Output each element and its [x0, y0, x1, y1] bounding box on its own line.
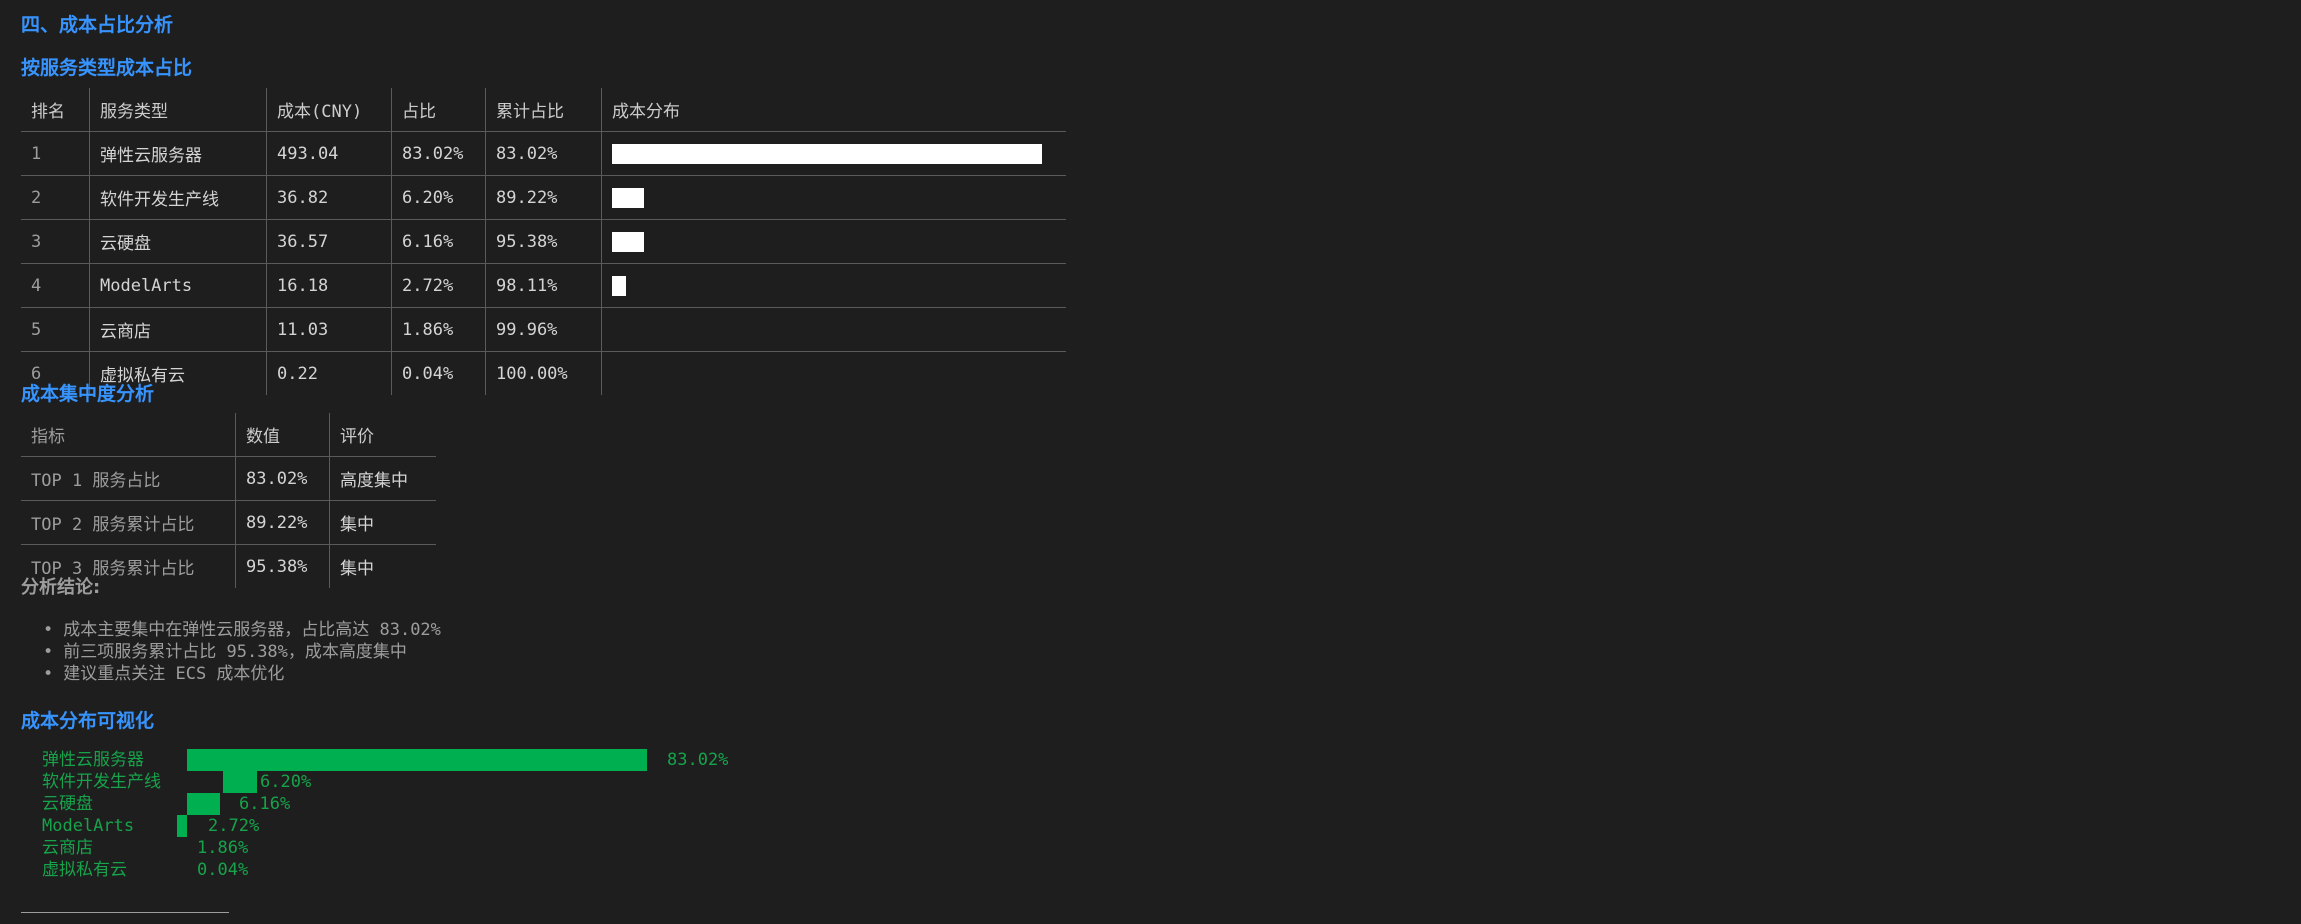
row-value: 95.38%: [235, 544, 330, 588]
table-row: 2 软件开发生产线 36.82 6.20% 89.22%: [21, 175, 1066, 220]
viz-label: 弹性云服务器: [42, 750, 144, 770]
row-cumulative: 89.22%: [485, 175, 602, 220]
list-item: 前三项服务累计占比 95.38%，成本高度集中: [43, 641, 441, 663]
viz-label: 云硬盘: [42, 794, 93, 814]
row-cost: 11.03: [266, 307, 392, 352]
row-metric: TOP 2 服务累计占比: [21, 500, 236, 545]
header-metric: 指标: [21, 413, 236, 457]
distribution-bar: [612, 231, 644, 252]
header-distribution: 成本分布: [601, 88, 1066, 132]
row-value: 89.22%: [235, 500, 330, 545]
service-cost-table: 排名 服务类型 成本(CNY) 占比 累计占比 成本分布 1 弹性云服务器 49…: [21, 88, 1066, 395]
row-cumulative: 99.96%: [485, 307, 602, 352]
table-row: TOP 1 服务占比 83.02% 高度集中: [21, 456, 436, 501]
table-row: 4 ModelArts 16.18 2.72% 98.11%: [21, 263, 1066, 308]
row-service: 软件开发生产线: [89, 175, 267, 220]
concentration-title: 成本集中度分析: [21, 383, 155, 405]
row-cost: 0.22: [266, 351, 392, 395]
distribution-bar: [612, 143, 1042, 164]
viz-label: ModelArts: [42, 816, 135, 836]
row-share: 83.02%: [391, 131, 486, 176]
viz-bar: [187, 793, 220, 815]
visualization-title: 成本分布可视化: [21, 710, 155, 732]
viz-percentage: 6.20%: [260, 772, 312, 792]
table-row: 5 云商店 11.03 1.86% 99.96%: [21, 307, 1066, 352]
divider: [21, 912, 229, 913]
viz-percentage: 83.02%: [667, 750, 729, 770]
table-row: TOP 2 服务累计占比 89.22% 集中: [21, 500, 436, 545]
list-item: 成本主要集中在弹性云服务器，占比高达 83.02%: [43, 619, 441, 641]
row-share: 6.20%: [391, 175, 486, 220]
table-header-row: 排名 服务类型 成本(CNY) 占比 累计占比 成本分布: [21, 88, 1066, 132]
row-rating: 高度集中: [329, 456, 436, 501]
row-share: 6.16%: [391, 219, 486, 264]
row-service: 云商店: [89, 307, 267, 352]
row-rank: 2: [21, 175, 90, 220]
viz-percentage: 6.16%: [239, 794, 291, 814]
row-cost: 16.18: [266, 263, 392, 308]
viz-bar: [187, 749, 647, 771]
row-rank: 1: [21, 131, 90, 176]
row-service: 弹性云服务器: [89, 131, 267, 176]
row-cumulative: 98.11%: [485, 263, 602, 308]
viz-label: 软件开发生产线: [42, 772, 161, 792]
row-distribution: [601, 351, 1066, 395]
list-item: 建议重点关注 ECS 成本优化: [43, 663, 441, 685]
row-rank: 3: [21, 219, 90, 264]
header-cost: 成本(CNY): [266, 88, 392, 132]
header-share: 占比: [391, 88, 486, 132]
row-distribution: [601, 175, 1066, 220]
row-share: 1.86%: [391, 307, 486, 352]
viz-percentage: 1.86%: [197, 838, 249, 858]
viz-bar: [177, 815, 187, 837]
table-row: 6 虚拟私有云 0.22 0.04% 100.00%: [21, 351, 1066, 395]
table-row: 1 弹性云服务器 493.04 83.02% 83.02%: [21, 131, 1066, 176]
row-cumulative: 100.00%: [485, 351, 602, 395]
row-rank: 5: [21, 307, 90, 352]
row-service: ModelArts: [89, 263, 267, 308]
conclusion-label: 分析结论:: [21, 577, 101, 598]
row-share: 0.04%: [391, 351, 486, 395]
service-table-title: 按服务类型成本占比: [21, 57, 193, 79]
distribution-bar: [612, 275, 626, 296]
row-distribution: [601, 131, 1066, 176]
viz-label: 虚拟私有云: [42, 860, 127, 880]
viz-label: 云商店: [42, 838, 93, 858]
viz-percentage: 0.04%: [197, 860, 249, 880]
row-cumulative: 83.02%: [485, 131, 602, 176]
row-value: 83.02%: [235, 456, 330, 501]
distribution-bar: [612, 187, 644, 208]
header-service: 服务类型: [89, 88, 267, 132]
section-title: 四、成本占比分析: [21, 14, 174, 36]
concentration-table: 指标 数值 评价 TOP 1 服务占比 83.02% 高度集中 TOP 2 服务…: [21, 413, 436, 588]
row-rating: 集中: [329, 500, 436, 545]
header-value: 数值: [235, 413, 330, 457]
row-cost: 493.04: [266, 131, 392, 176]
row-distribution: [601, 263, 1066, 308]
row-cumulative: 95.38%: [485, 219, 602, 264]
viz-bar: [223, 771, 257, 793]
row-share: 2.72%: [391, 263, 486, 308]
table-header-row: 指标 数值 评价: [21, 413, 436, 457]
header-rank: 排名: [21, 88, 90, 132]
conclusion-list: 成本主要集中在弹性云服务器，占比高达 83.02% 前三项服务累计占比 95.3…: [43, 619, 441, 685]
header-cumulative: 累计占比: [485, 88, 602, 132]
row-metric: TOP 1 服务占比: [21, 456, 236, 501]
row-cost: 36.82: [266, 175, 392, 220]
table-row: 3 云硬盘 36.57 6.16% 95.38%: [21, 219, 1066, 264]
row-distribution: [601, 307, 1066, 352]
row-service: 云硬盘: [89, 219, 267, 264]
viz-percentage: 2.72%: [208, 816, 260, 836]
row-cost: 36.57: [266, 219, 392, 264]
row-rating: 集中: [329, 544, 436, 588]
row-distribution: [601, 219, 1066, 264]
header-rating: 评价: [329, 413, 436, 457]
row-rank: 4: [21, 263, 90, 308]
